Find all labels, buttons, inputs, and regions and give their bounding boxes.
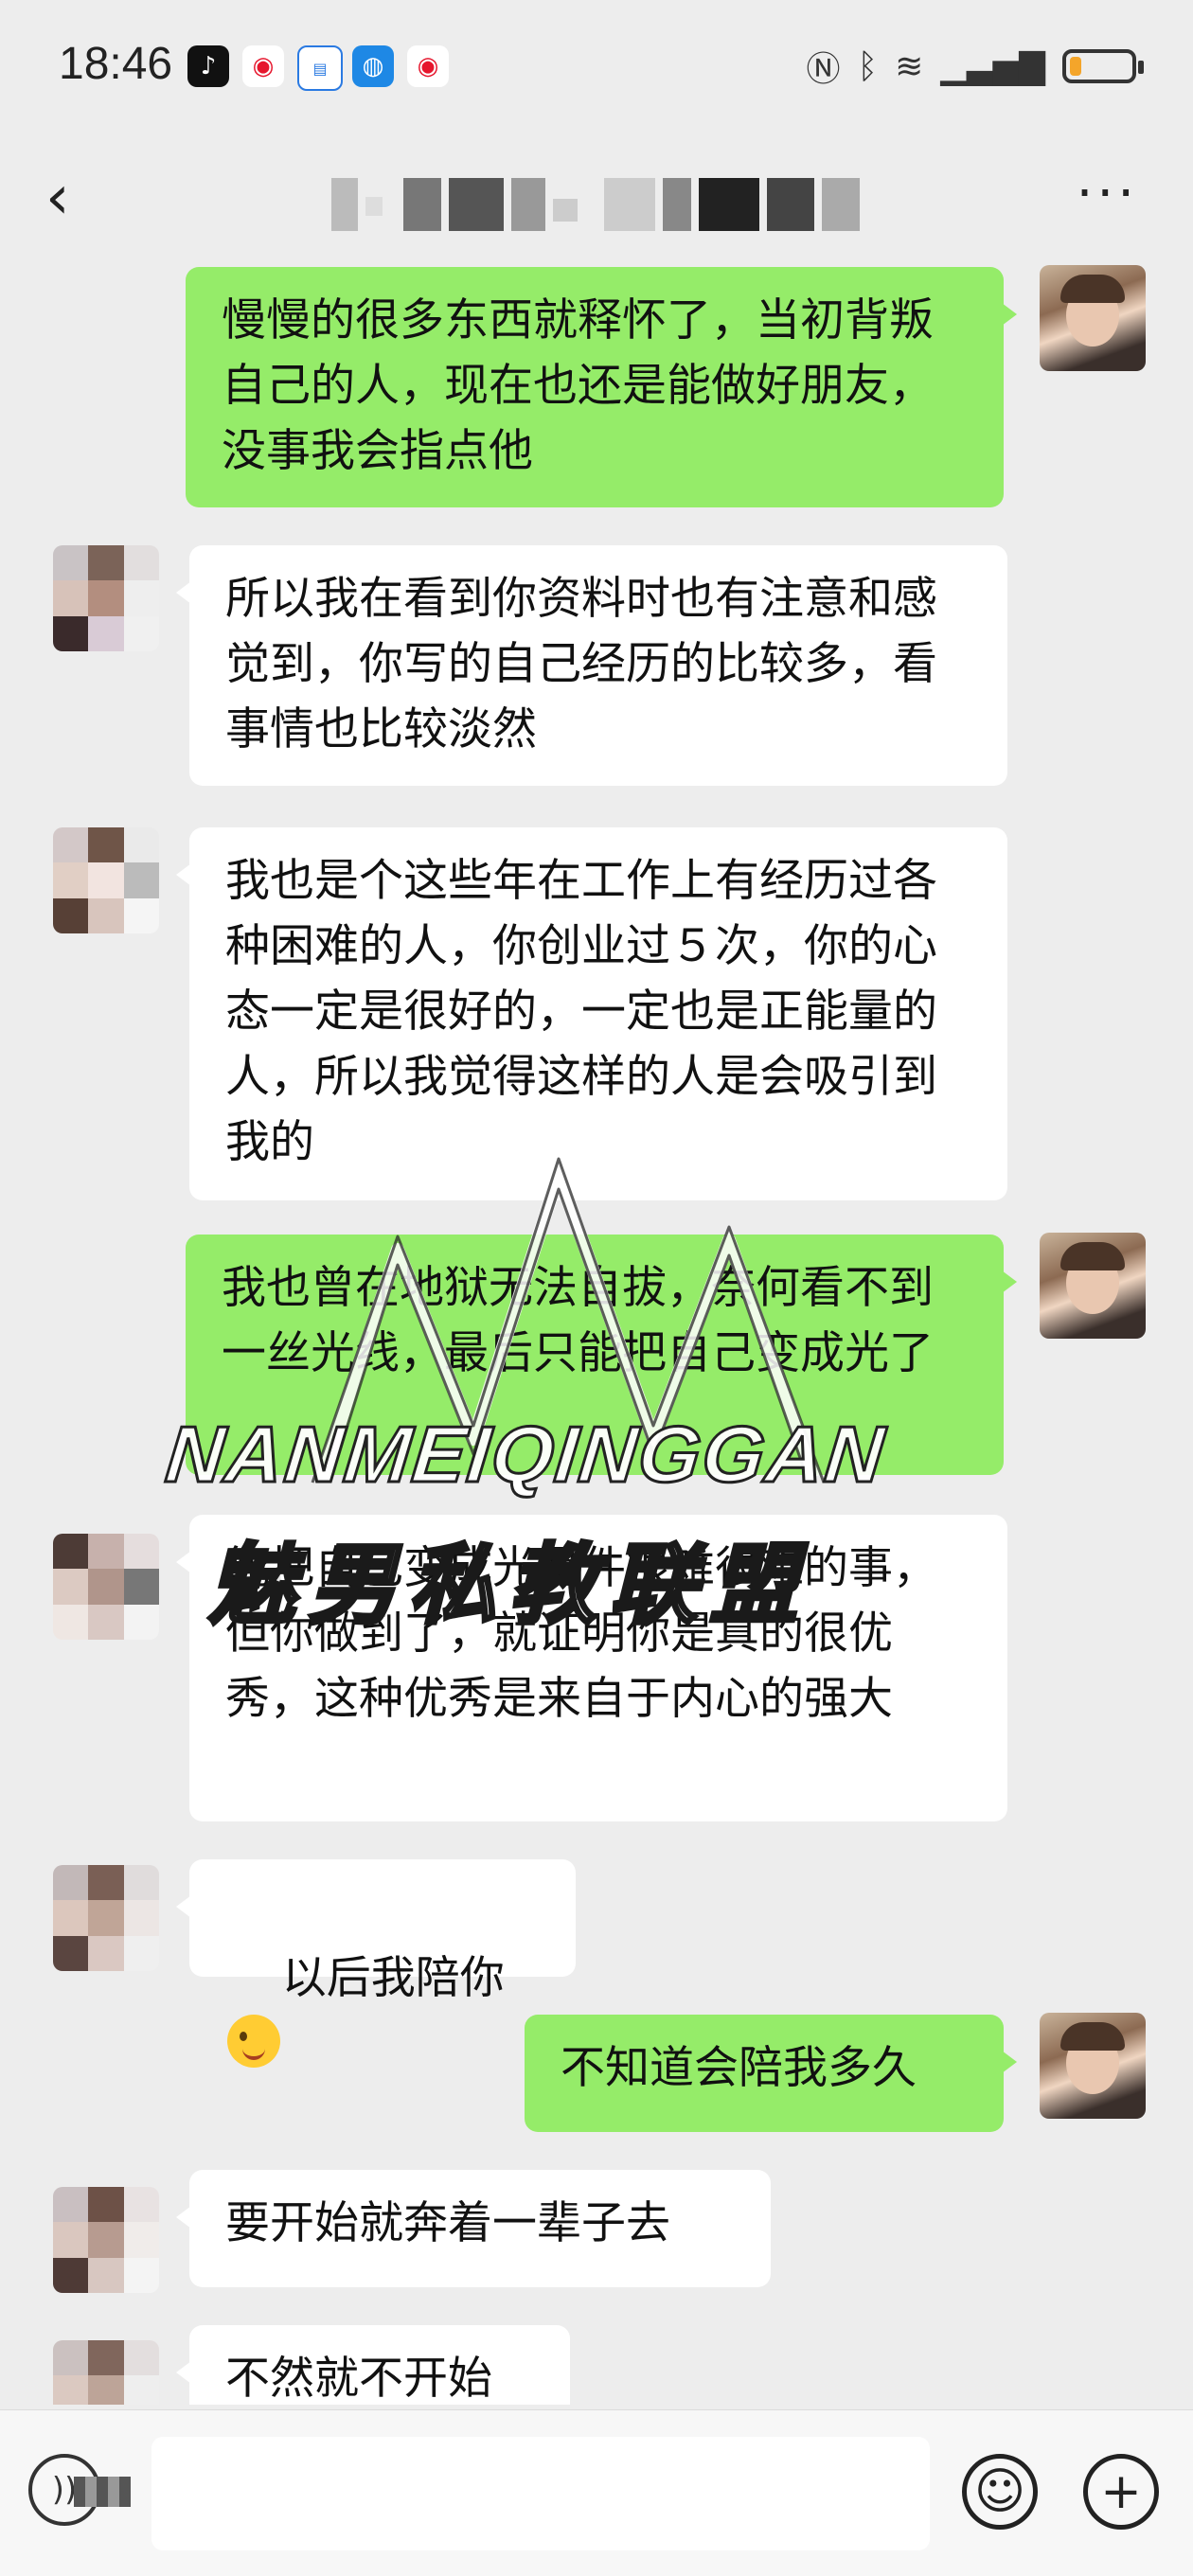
- battery-level: [1070, 57, 1081, 76]
- bluetooth-icon: ᛒ: [857, 46, 879, 86]
- signal-icon: ▁▃▅▇: [940, 46, 1045, 86]
- back-button[interactable]: ‹: [45, 163, 70, 233]
- my-avatar[interactable]: [1040, 1233, 1146, 1339]
- message-bubble-received[interactable]: 所以我在看到你资料时也有注意和感觉到，你写的自己经历的比较多，看事情也比较淡然: [176, 545, 1007, 786]
- emoji-button[interactable]: ☺: [962, 2454, 1038, 2530]
- status-bar: 18:46 ♪ ◉ ▤ ◍ ◉ Ⓝ ᛒ ≋ ▁▃▅▇: [0, 0, 1193, 133]
- status-icons: Ⓝ ᛒ ≋ ▁▃▅▇: [806, 42, 1144, 91]
- tiktok-icon: ♪: [187, 45, 229, 87]
- news-app-icon: ▤: [297, 45, 343, 91]
- message-bubble-received[interactable]: 以后我陪你: [176, 1859, 576, 2068]
- message-bubble-sent[interactable]: 慢慢的很多东西就释怀了，当初背叛自己的人，现在也还是能做好朋友，没事我会指点他: [186, 267, 1017, 507]
- my-avatar[interactable]: [1040, 2013, 1146, 2119]
- browser-icon: ◍: [352, 45, 394, 87]
- redacted-pixels: [74, 2477, 131, 2507]
- message-bubble-sent[interactable]: 不知道会陪我多久: [525, 2015, 1017, 2132]
- winking-face-with-tongue-emoji: [227, 2015, 280, 2068]
- contact-avatar[interactable]: [53, 2340, 159, 2405]
- message-bubble-sent[interactable]: 我也曾在地狱无法自拔，奈何看不到一丝光线，最后只能把自己变成光了: [186, 1235, 1017, 1475]
- weibo-icon: ◉: [242, 45, 284, 87]
- contact-avatar[interactable]: [53, 2187, 159, 2293]
- message-list[interactable]: 慢慢的很多东西就释怀了，当初背叛自己的人，现在也还是能做好朋友，没事我会指点他 …: [0, 256, 1193, 2405]
- message-input[interactable]: [151, 2437, 930, 2550]
- message-bubble-received[interactable]: 不然就不开始: [176, 2325, 570, 2405]
- message-bubble-received[interactable]: 我也是个这些年在工作上有经历过各种困难的人，你创业过５次，你的心态一定是很好的，…: [176, 827, 1007, 1200]
- input-bar: )) ☺ +: [0, 2409, 1193, 2576]
- contact-avatar[interactable]: [53, 1865, 159, 1971]
- battery-icon: [1062, 49, 1144, 83]
- plus-button[interactable]: +: [1083, 2454, 1159, 2530]
- message-bubble-received[interactable]: 要开始就奔着一辈子去: [176, 2170, 771, 2287]
- nfc-icon: Ⓝ: [806, 50, 841, 89]
- wifi-icon: ≋: [895, 46, 924, 86]
- chat-title-redacted: [331, 178, 862, 231]
- message-bubble-received[interactable]: 能把自己变成光是件很难很难的事，但你做到了，就证明你是真的很优秀，这种优秀是来自…: [176, 1515, 1007, 1821]
- contact-avatar[interactable]: [53, 545, 159, 651]
- weibo-icon: ◉: [407, 45, 449, 87]
- chat-header: ‹ ···: [0, 133, 1193, 256]
- message-text: 以后我陪你: [281, 1952, 505, 2004]
- contact-avatar[interactable]: [53, 1534, 159, 1640]
- my-avatar[interactable]: [1040, 265, 1146, 371]
- contact-avatar[interactable]: [53, 827, 159, 933]
- clock: 18:46: [59, 39, 173, 89]
- more-options-button[interactable]: ···: [1077, 163, 1138, 224]
